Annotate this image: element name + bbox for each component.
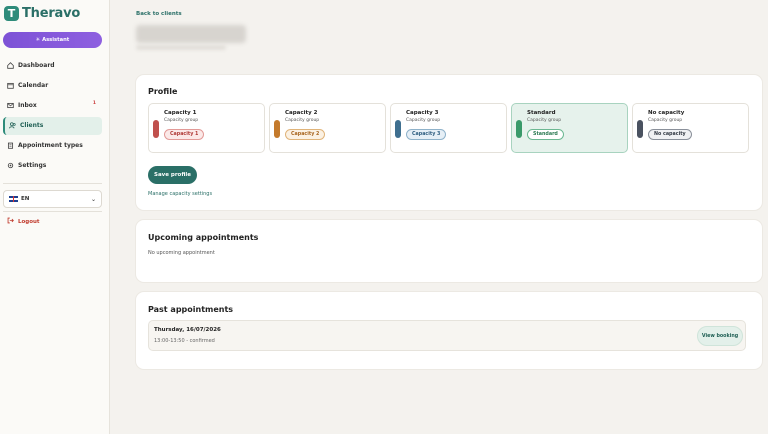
language-select[interactable]: EN ⌄ [3, 190, 102, 208]
sidebar-item-dashboard[interactable]: Dashboard [3, 56, 102, 74]
sidebar-item-label: Inbox [18, 101, 37, 109]
profile-title: Profile [148, 87, 178, 96]
sidebar-item-label: Appointment types [18, 142, 83, 150]
capacity-color-bar [153, 120, 159, 138]
back-to-clients-link[interactable]: Back to clients [136, 11, 182, 17]
capacity-option-3[interactable]: Capacity 3 Capacity group Capacity 3 [390, 103, 507, 153]
logout-button[interactable]: Logout [7, 217, 40, 226]
capacity-pill: Standard [527, 129, 564, 140]
capacity-subtitle: Capacity group [164, 118, 199, 123]
capacity-title: Standard [527, 110, 556, 116]
capacity-option-none[interactable]: No capacity Capacity group No capacity [632, 103, 749, 153]
sidebar-item-settings[interactable]: Settings [3, 157, 102, 175]
profile-card: Profile Capacity 1 Capacity group Capaci… [136, 75, 762, 210]
sidebar-divider [3, 211, 102, 212]
capacity-title: Capacity 2 [285, 110, 318, 116]
appointment-row: Thursday, 16/07/2026 13:00-13:50 - confi… [148, 320, 746, 351]
sidebar-item-label: Clients [20, 122, 44, 130]
app-name: Theravo [22, 6, 81, 21]
clipboard-icon [7, 142, 14, 149]
sidebar-item-calendar[interactable]: Calendar [3, 76, 102, 94]
sidebar: T Theravo ✳ Assistant Dashboard Calendar… [0, 0, 110, 434]
save-profile-button[interactable]: Save profile [148, 166, 197, 184]
capacity-option-2[interactable]: Capacity 2 Capacity group Capacity 2 [269, 103, 386, 153]
upcoming-title: Upcoming appointments [148, 233, 259, 242]
capacity-title: No capacity [648, 110, 685, 116]
capacity-color-bar [516, 120, 522, 138]
assistant-label: Assistant [42, 37, 70, 43]
capacity-option-1[interactable]: Capacity 1 Capacity group Capacity 1 [148, 103, 265, 153]
capacity-options: Capacity 1 Capacity group Capacity 1 Cap… [148, 103, 749, 153]
past-title: Past appointments [148, 305, 234, 314]
home-icon [7, 61, 14, 69]
upcoming-appointments-card: Upcoming appointments No upcoming appoin… [136, 220, 762, 282]
sidebar-item-label: Calendar [18, 81, 49, 89]
app-logo[interactable]: T Theravo [4, 6, 80, 21]
capacity-pill: Capacity 3 [406, 129, 447, 140]
sidebar-item-inbox[interactable]: Inbox 1 [3, 96, 102, 114]
assistant-button[interactable]: ✳ Assistant [3, 32, 102, 48]
users-icon [9, 122, 16, 129]
upcoming-empty-text: No upcoming appointment [148, 250, 215, 256]
capacity-title: Capacity 1 [164, 110, 197, 116]
client-name-redacted [136, 25, 246, 43]
chevron-down-icon: ⌄ [90, 195, 96, 203]
capacity-subtitle: Capacity group [648, 118, 683, 123]
capacity-option-standard[interactable]: Standard Capacity group Standard [511, 103, 628, 153]
past-appointments-card: Past appointments Thursday, 16/07/2026 1… [136, 292, 762, 369]
sidebar-nav: Dashboard Calendar Inbox 1 Clients Appoi… [3, 56, 102, 177]
logout-label: Logout [18, 218, 40, 225]
capacity-pill: Capacity 1 [164, 129, 205, 140]
view-booking-button[interactable]: View booking [697, 326, 743, 346]
capacity-title: Capacity 3 [406, 110, 439, 116]
capacity-color-bar [395, 120, 401, 138]
sidebar-item-label: Dashboard [18, 61, 55, 69]
inbox-badge: 1 [92, 101, 96, 107]
language-value: EN [21, 196, 30, 202]
sidebar-item-label: Settings [18, 162, 47, 170]
capacity-pill: Capacity 2 [285, 129, 326, 140]
gear-icon [7, 162, 14, 169]
client-subtitle-redacted [136, 45, 226, 50]
capacity-subtitle: Capacity group [527, 118, 562, 123]
logout-icon [7, 217, 14, 226]
uk-flag-icon [9, 196, 18, 202]
sidebar-divider [3, 183, 102, 184]
capacity-subtitle: Capacity group [406, 118, 441, 123]
capacity-color-bar [274, 120, 280, 138]
calendar-icon [7, 82, 14, 89]
capacity-subtitle: Capacity group [285, 118, 320, 123]
inbox-icon [7, 102, 14, 109]
logo-mark: T [4, 6, 19, 21]
appointment-meta: 13:00-13:50 - confirmed [154, 338, 215, 344]
sparkle-icon: ✳ [35, 37, 41, 43]
capacity-color-bar [637, 120, 643, 138]
manage-capacity-settings-link[interactable]: Manage capacity settings [148, 191, 212, 197]
sidebar-item-appointment-types[interactable]: Appointment types [3, 137, 102, 155]
sidebar-item-clients[interactable]: Clients [3, 116, 102, 135]
capacity-pill: No capacity [648, 129, 692, 140]
appointment-date: Thursday, 16/07/2026 [154, 327, 221, 333]
